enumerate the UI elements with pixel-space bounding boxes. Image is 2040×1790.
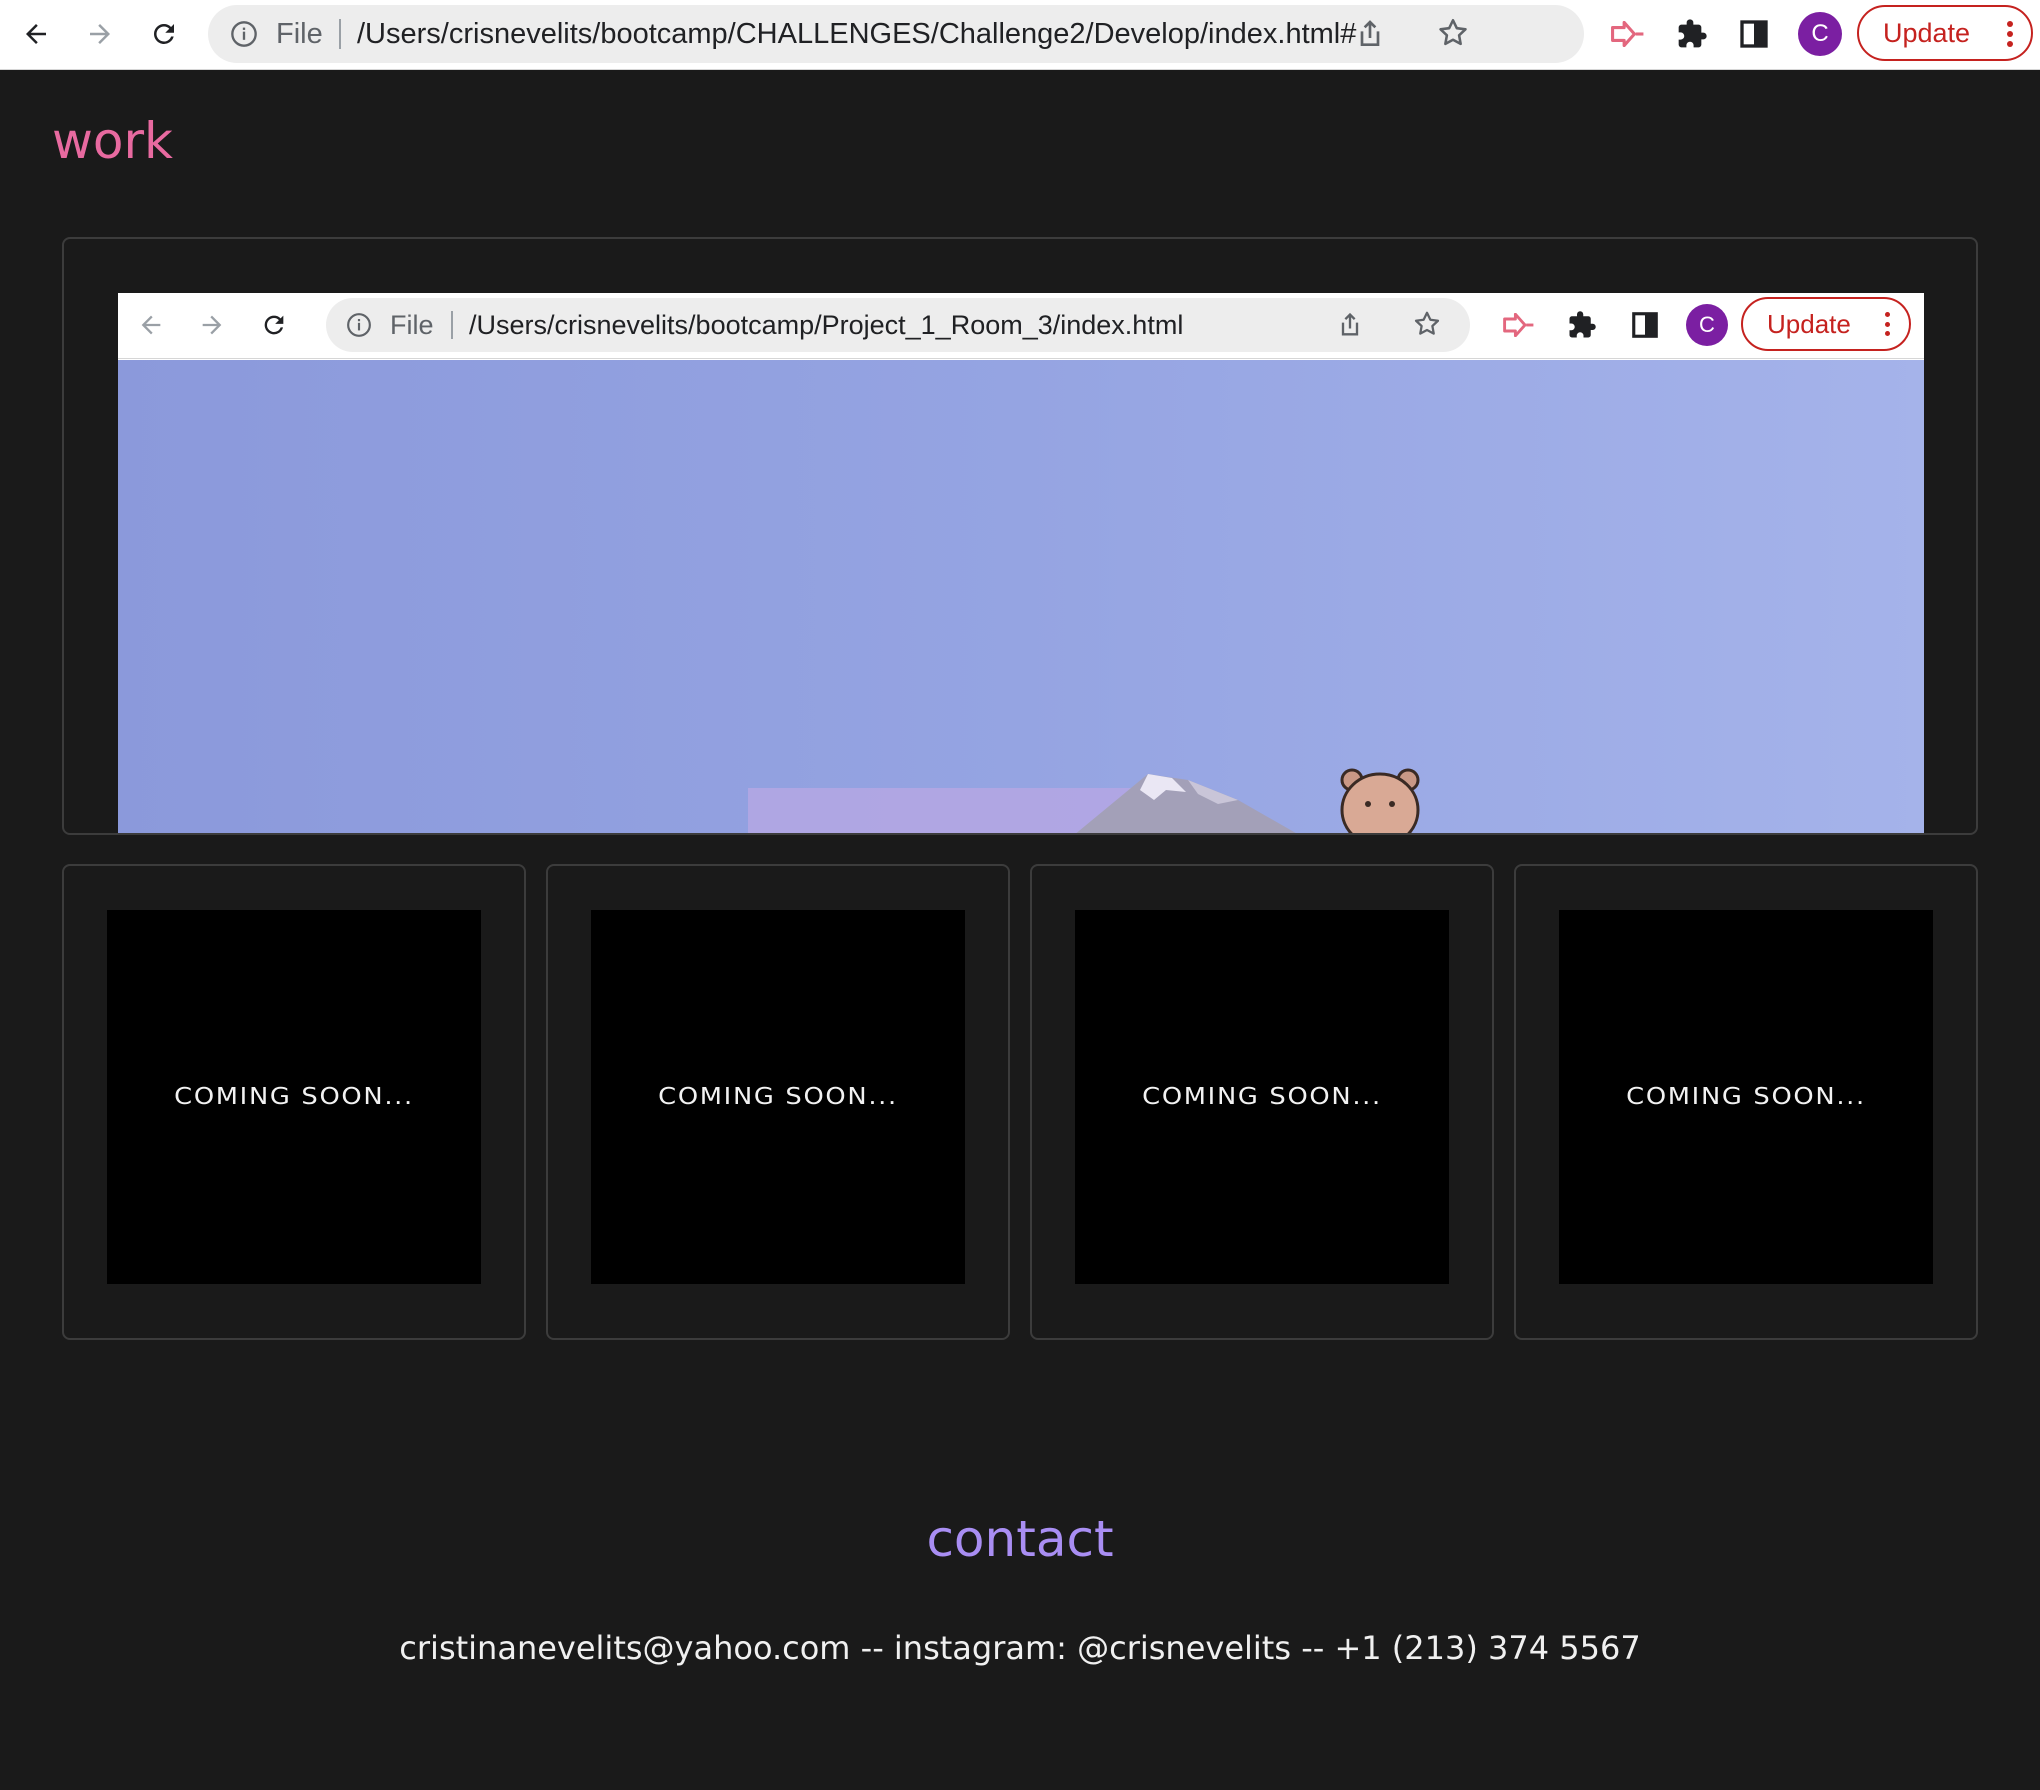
- screenshot-update-button: Update: [1741, 297, 1911, 351]
- project-tile[interactable]: COMING SOON...: [591, 910, 965, 1284]
- share-icon[interactable]: [1354, 17, 1386, 51]
- coming-soon-label: COMING SOON...: [1626, 1084, 1866, 1110]
- coming-soon-label: COMING SOON...: [658, 1084, 898, 1110]
- screenshot-extension-arrow-icon: [1503, 313, 1534, 337]
- arrow-left-icon: [26, 24, 46, 44]
- project-tile[interactable]: COMING SOON...: [107, 910, 481, 1284]
- extension-button[interactable]: [1608, 14, 1648, 54]
- screenshot-more-icon: [1885, 312, 1891, 336]
- screenshot-reload-icon: [251, 302, 297, 348]
- extension-arrow-icon: [1611, 21, 1644, 47]
- extensions-button[interactable]: [1672, 14, 1712, 54]
- reload-icon: [154, 24, 174, 44]
- screenshot-star-icon: [1414, 311, 1440, 335]
- contact-heading: contact: [926, 1510, 1114, 1568]
- divider: [451, 311, 453, 339]
- featured-project-card[interactable]: File /Users/crisnevelits/bootcamp/Projec…: [62, 237, 1978, 835]
- screenshot-forward-icon: [189, 302, 235, 348]
- coming-soon-label: COMING SOON...: [1142, 1084, 1382, 1110]
- bookmark-star-icon[interactable]: [1436, 16, 1470, 50]
- site-info-label: File: [276, 18, 323, 50]
- side-panel-button[interactable]: [1734, 14, 1774, 54]
- screenshot-update-label: Update: [1767, 308, 1851, 339]
- browser-toolbar: File /Users/crisnevelits/bootcamp/CHALLE…: [0, 0, 2040, 70]
- info-icon[interactable]: [230, 20, 258, 48]
- address-bar[interactable]: File /Users/crisnevelits/bootcamp/CHALLE…: [208, 5, 1584, 63]
- screenshot-avatar: C: [1686, 304, 1728, 346]
- project-card[interactable]: COMING SOON...: [1030, 864, 1494, 1340]
- bear-character-icon: [1340, 768, 1420, 833]
- more-menu-icon[interactable]: [2007, 21, 2013, 47]
- screenshot-puzzle-icon: [1569, 311, 1596, 338]
- screenshot-share-icon: [1341, 312, 1359, 336]
- reload-button[interactable]: [138, 8, 190, 60]
- screenshot-address-bar: File /Users/crisnevelits/bootcamp/Projec…: [326, 298, 1470, 352]
- work-heading: work: [52, 112, 173, 170]
- project-card[interactable]: COMING SOON...: [62, 864, 526, 1340]
- mountain-illustration: [1076, 774, 1296, 833]
- back-button[interactable]: [10, 8, 62, 60]
- forward-button[interactable]: [74, 8, 126, 60]
- screenshot-site-info-label: File: [390, 310, 434, 340]
- project-card[interactable]: COMING SOON...: [1514, 864, 1978, 1340]
- project-card[interactable]: COMING SOON...: [546, 864, 1010, 1340]
- project-tile[interactable]: COMING SOON...: [1559, 910, 1933, 1284]
- coming-soon-label: COMING SOON...: [174, 1084, 414, 1110]
- contact-details: cristinanevelits@yahoo.com -- instagram:…: [399, 1629, 1641, 1667]
- screenshot-info-icon: [347, 313, 371, 337]
- update-button[interactable]: Update: [1857, 5, 2033, 61]
- project-tile[interactable]: COMING SOON...: [1075, 910, 1449, 1284]
- url-text[interactable]: /Users/crisnevelits/bootcamp/CHALLENGES/…: [357, 18, 1357, 51]
- screenshot-url-text: /Users/crisnevelits/bootcamp/Project_1_R…: [469, 310, 1184, 340]
- screenshot-back-icon: [128, 302, 174, 348]
- side-panel-icon: [1740, 20, 1768, 48]
- screenshot-browser-toolbar: File /Users/crisnevelits/bootcamp/Projec…: [118, 293, 1924, 359]
- arrow-right-icon: [90, 24, 110, 44]
- divider: [339, 19, 341, 49]
- screenshot-side-panel-icon: [1632, 312, 1658, 338]
- featured-project-screenshot[interactable]: File /Users/crisnevelits/bootcamp/Projec…: [118, 293, 1924, 833]
- project-hero-image: [118, 360, 1924, 833]
- update-label: Update: [1883, 17, 1971, 48]
- puzzle-icon: [1678, 19, 1707, 48]
- profile-avatar[interactable]: C: [1798, 12, 1842, 56]
